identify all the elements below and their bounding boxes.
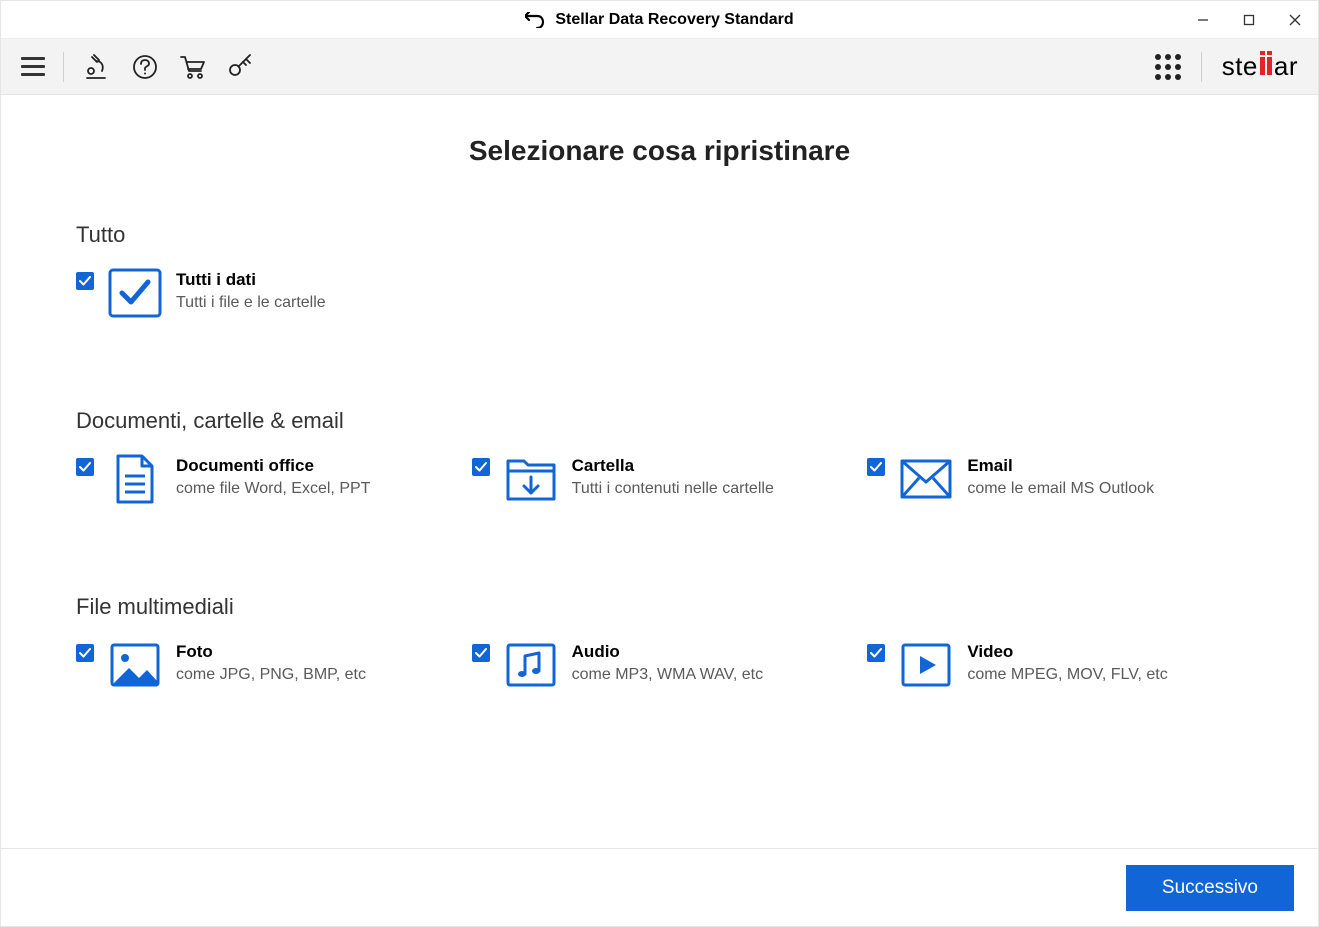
- section-title-multimedia: File multimediali: [76, 594, 1243, 620]
- all-data-icon: [108, 268, 162, 318]
- page-title: Selezionare cosa ripristinare: [76, 135, 1243, 167]
- minimize-button[interactable]: [1180, 1, 1226, 38]
- option-subtitle: come file Word, Excel, PPT: [176, 480, 370, 498]
- stellar-logo: stear: [1222, 51, 1298, 82]
- toolbar-divider: [1201, 52, 1202, 82]
- option-title: Cartella: [572, 456, 774, 476]
- option-email[interactable]: Email come le email MS Outlook: [867, 454, 1243, 504]
- titlebar: Stellar Data Recovery Standard: [1, 1, 1318, 39]
- photo-icon: [108, 640, 162, 690]
- undo-icon[interactable]: [525, 12, 545, 28]
- close-button[interactable]: [1272, 1, 1318, 38]
- checkbox-email[interactable]: [867, 458, 885, 476]
- toolbar-divider: [63, 52, 64, 82]
- option-subtitle: come le email MS Outlook: [967, 480, 1154, 498]
- main-content: Selezionare cosa ripristinare Tutto Tutt…: [1, 95, 1318, 848]
- option-title: Email: [967, 456, 1154, 476]
- footer: Successivo: [1, 848, 1318, 926]
- option-subtitle: come MPEG, MOV, FLV, etc: [967, 666, 1167, 684]
- option-title: Documenti office: [176, 456, 370, 476]
- option-subtitle: come MP3, WMA WAV, etc: [572, 666, 763, 684]
- option-video[interactable]: Video come MPEG, MOV, FLV, etc: [867, 640, 1243, 690]
- audio-icon: [504, 640, 558, 690]
- email-icon: [899, 454, 953, 504]
- option-subtitle: come JPG, PNG, BMP, etc: [176, 666, 366, 684]
- maximize-button[interactable]: [1226, 1, 1272, 38]
- option-subtitle: Tutti i file e le cartelle: [176, 294, 326, 312]
- help-icon[interactable]: [130, 52, 160, 82]
- app-title: Stellar Data Recovery Standard: [555, 11, 793, 29]
- section-title-documents: Documenti, cartelle & email: [76, 408, 1243, 434]
- option-subtitle: Tutti i contenuti nelle cartelle: [572, 480, 774, 498]
- folder-icon: [504, 454, 558, 504]
- section-everything: Tutto Tutti i dati Tutti i file e le car…: [76, 222, 1243, 318]
- option-title: Foto: [176, 642, 366, 662]
- video-icon: [899, 640, 953, 690]
- cart-icon[interactable]: [178, 52, 208, 82]
- checkbox-folders[interactable]: [472, 458, 490, 476]
- section-title-everything: Tutto: [76, 222, 1243, 248]
- checkbox-audio[interactable]: [472, 644, 490, 662]
- key-icon[interactable]: [226, 52, 256, 82]
- microscope-icon[interactable]: [82, 52, 112, 82]
- menu-button[interactable]: [21, 57, 45, 76]
- option-folders[interactable]: Cartella Tutti i contenuti nelle cartell…: [472, 454, 848, 504]
- checkbox-all-data[interactable]: [76, 272, 94, 290]
- toolbar: stear: [1, 39, 1318, 95]
- window-controls: [1180, 1, 1318, 38]
- option-title: Audio: [572, 642, 763, 662]
- option-all-data[interactable]: Tutti i dati Tutti i file e le cartelle: [76, 268, 452, 318]
- apps-grid-icon[interactable]: [1155, 54, 1181, 80]
- option-photos[interactable]: Foto come JPG, PNG, BMP, etc: [76, 640, 452, 690]
- option-office-documents[interactable]: Documenti office come file Word, Excel, …: [76, 454, 452, 504]
- section-multimedia: File multimediali Foto come JPG, PNG, BM…: [76, 594, 1243, 690]
- checkbox-office-documents[interactable]: [76, 458, 94, 476]
- option-title: Video: [967, 642, 1167, 662]
- checkbox-photos[interactable]: [76, 644, 94, 662]
- section-documents: Documenti, cartelle & email Documenti of…: [76, 408, 1243, 504]
- checkbox-video[interactable]: [867, 644, 885, 662]
- document-icon: [108, 454, 162, 504]
- app-title-container: Stellar Data Recovery Standard: [525, 11, 793, 29]
- next-button[interactable]: Successivo: [1126, 865, 1294, 911]
- option-audio[interactable]: Audio come MP3, WMA WAV, etc: [472, 640, 848, 690]
- option-title: Tutti i dati: [176, 270, 326, 290]
